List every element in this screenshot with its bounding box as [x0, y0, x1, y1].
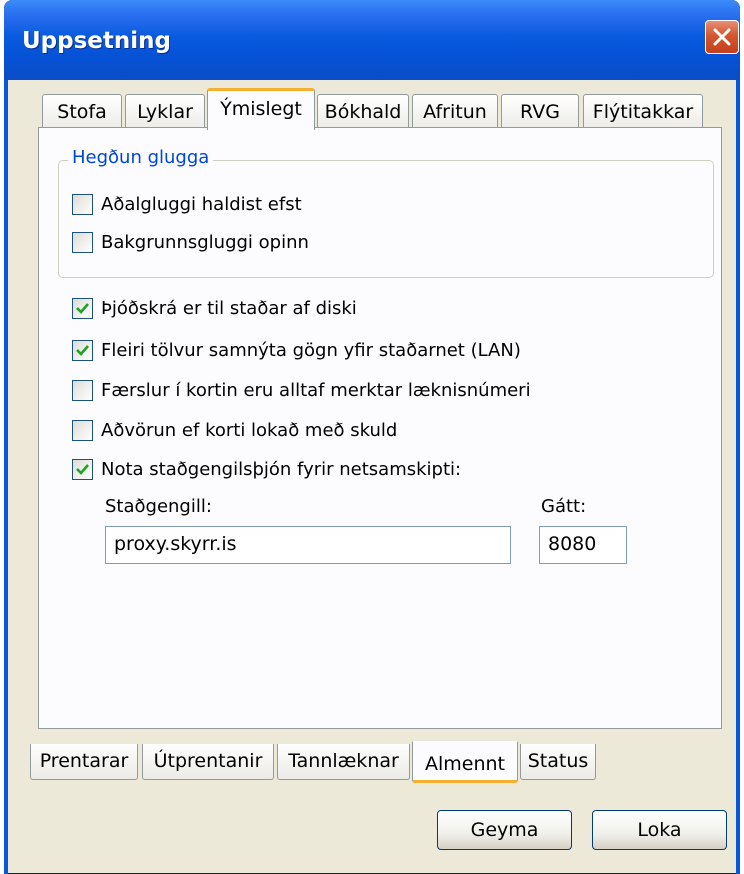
label-background-window-open[interactable]: Bakgrunnsgluggi opinn	[101, 232, 309, 253]
tab-ymislegt[interactable]: Ýmislegt	[207, 88, 315, 130]
tab-status[interactable]: Status	[520, 744, 596, 780]
proxy-host-label: Staðgengill:	[105, 496, 212, 517]
settings-window: Uppsetning Stofa Lyklar Ýmislegt Bókhald…	[4, 0, 740, 874]
checkmark-icon	[76, 464, 89, 475]
close-button[interactable]: Loka	[592, 810, 727, 850]
title-bar[interactable]: Uppsetning	[4, 0, 740, 80]
window-title: Uppsetning	[22, 28, 171, 54]
checkbox-registry-from-disk[interactable]	[72, 298, 93, 319]
tab-lyklar[interactable]: Lyklar	[125, 94, 205, 130]
close-window-button[interactable]	[705, 20, 739, 54]
tab-flytitakkar[interactable]: Flýtitakkar	[583, 94, 703, 130]
tab-stofa[interactable]: Stofa	[42, 94, 122, 130]
label-shared-lan-data[interactable]: Fleiri tölvur samnýta gögn yfir staðarne…	[101, 340, 521, 361]
checkbox-entries-doctor-number[interactable]	[72, 380, 93, 401]
tab-utprentanir[interactable]: Útprentanir	[142, 744, 274, 780]
label-use-proxy[interactable]: Nota staðgengilsþjón fyrir netsamskipti:	[101, 459, 461, 480]
checkbox-keep-main-on-top[interactable]	[72, 194, 93, 215]
checkbox-warning-close-debt[interactable]	[72, 420, 93, 441]
proxy-port-input[interactable]: 8080	[539, 526, 627, 564]
window-behavior-group	[58, 160, 714, 278]
tab-bokhald[interactable]: Bókhald	[317, 94, 409, 130]
checkmark-icon	[76, 345, 89, 356]
label-registry-from-disk[interactable]: Þjóðskrá er til staðar af diski	[101, 298, 357, 319]
save-button[interactable]: Geyma	[437, 810, 572, 850]
label-keep-main-on-top[interactable]: Aðalgluggi haldist efst	[101, 194, 302, 215]
window-border-right	[736, 80, 740, 874]
checkbox-use-proxy[interactable]	[72, 459, 93, 480]
checkmark-icon	[76, 303, 89, 314]
tab-tannlaeknar[interactable]: Tannlæknar	[277, 744, 410, 780]
proxy-port-label: Gátt:	[541, 496, 587, 517]
tab-afritun[interactable]: Afritun	[412, 94, 498, 130]
tab-rvg[interactable]: RVG	[501, 94, 579, 130]
tab-almennt[interactable]: Almennt	[412, 741, 518, 783]
tab-prentarar[interactable]: Prentarar	[30, 744, 138, 780]
close-icon	[713, 28, 731, 46]
proxy-host-input[interactable]: proxy.skyrr.is	[105, 526, 511, 564]
label-entries-doctor-number[interactable]: Færslur í kortin eru alltaf merktar lækn…	[101, 380, 531, 401]
checkbox-shared-lan-data[interactable]	[72, 340, 93, 361]
checkbox-background-window-open[interactable]	[72, 232, 93, 253]
window-border-left	[4, 80, 8, 874]
group-label: Hegðun glugga	[68, 147, 214, 168]
label-warning-close-debt[interactable]: Aðvörun ef korti lokað með skuld	[101, 420, 397, 441]
